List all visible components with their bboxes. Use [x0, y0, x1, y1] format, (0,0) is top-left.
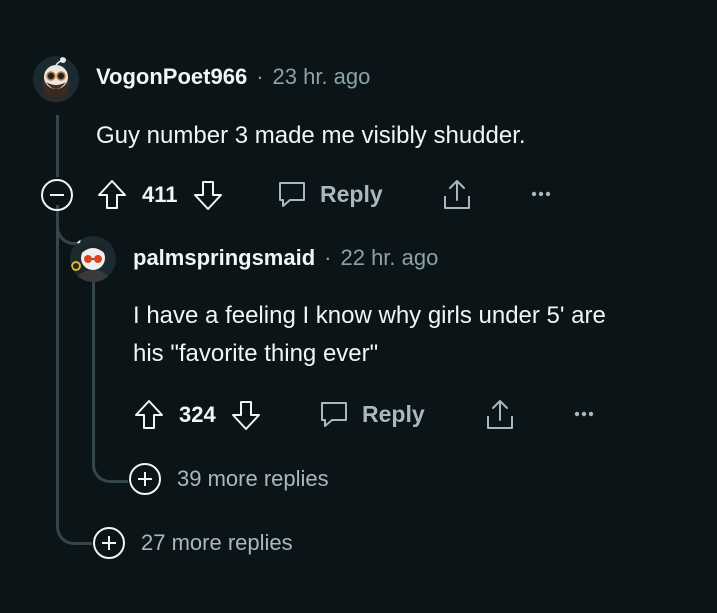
- more-replies-nested[interactable]: 39 more replies: [128, 462, 329, 496]
- comment-thread: VogonPoet966 · 23 hr. ago Guy number 3 m…: [0, 0, 717, 613]
- comment-meta: palmspringsmaid · 22 hr. ago: [133, 245, 438, 271]
- separator-dot: ·: [324, 245, 332, 270]
- share-icon[interactable]: [484, 398, 516, 432]
- comment-icon: [276, 178, 308, 210]
- thread-line-top-lower[interactable]: [56, 210, 59, 520]
- timestamp[interactable]: 22 hr. ago: [340, 245, 438, 271]
- separator-dot: ·: [256, 64, 264, 89]
- comment-body-line: I have a feeling I know why girls under …: [133, 302, 606, 329]
- comment-icon: [318, 398, 350, 430]
- upvote-icon[interactable]: [96, 178, 128, 212]
- more-replies-label: 39 more replies: [177, 466, 329, 491]
- vote-count: 411: [142, 182, 178, 207]
- downvote-icon[interactable]: [192, 178, 224, 212]
- avatar[interactable]: [70, 236, 116, 282]
- username[interactable]: palmspringsmaid: [133, 245, 315, 271]
- comment-meta: VogonPoet966 · 23 hr. ago: [96, 64, 370, 90]
- downvote-icon[interactable]: [230, 398, 262, 432]
- more-replies-label: 27 more replies: [141, 530, 293, 555]
- avatar-image: [70, 236, 116, 282]
- reply-label: Reply: [320, 180, 383, 207]
- vote-count: 324: [179, 402, 216, 427]
- avatar[interactable]: [33, 56, 79, 102]
- share-icon[interactable]: [441, 178, 473, 212]
- collapse-icon[interactable]: [40, 178, 74, 212]
- upvote-icon[interactable]: [133, 398, 165, 432]
- reply-button[interactable]: Reply: [276, 178, 383, 210]
- overflow-menu-icon[interactable]: [530, 185, 552, 203]
- vote-bar: 411: [96, 178, 224, 212]
- comment-body: I have a feeling I know why girls under …: [133, 297, 713, 373]
- thread-curve-nested: [92, 445, 128, 483]
- overflow-menu-icon[interactable]: [573, 405, 595, 423]
- comment-body-line: his "favorite thing ever": [133, 340, 379, 367]
- vote-bar: 324: [133, 398, 262, 432]
- avatar-image: [33, 56, 79, 102]
- username[interactable]: VogonPoet966: [96, 64, 247, 90]
- comment-body: Guy number 3 made me visibly shudder.: [96, 122, 526, 149]
- timestamp[interactable]: 23 hr. ago: [273, 64, 371, 90]
- expand-icon: [128, 462, 162, 496]
- reply-button[interactable]: Reply: [318, 398, 425, 430]
- thread-line-nested[interactable]: [92, 282, 95, 462]
- expand-icon: [92, 526, 126, 560]
- thread-line-top[interactable]: [56, 115, 59, 177]
- reply-label: Reply: [362, 400, 425, 427]
- thread-curve-top: [56, 505, 92, 545]
- more-replies-top[interactable]: 27 more replies: [92, 526, 293, 560]
